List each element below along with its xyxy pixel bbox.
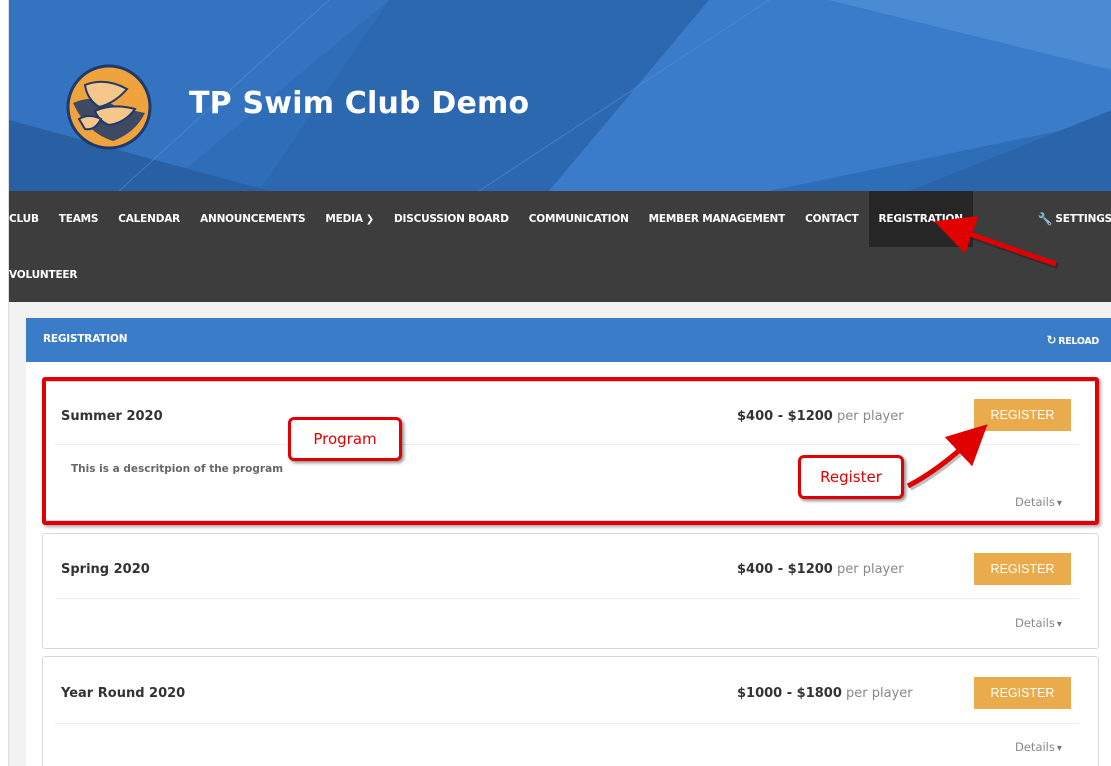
- nav-item-media[interactable]: MEDIA ❯: [315, 191, 384, 247]
- card-divider: [55, 598, 1079, 599]
- program-card-year-round-2020: Year Round 2020 $1000 - $1800 per player…: [42, 656, 1099, 766]
- card-divider: [55, 723, 1079, 724]
- details-toggle[interactable]: Details ▾: [1015, 616, 1062, 630]
- nav-item-announcements[interactable]: ANNOUNCEMENTS: [190, 191, 315, 247]
- page: TP Swim Club Demo CLUB TEAMS CALENDAR AN…: [8, 0, 1111, 766]
- register-button[interactable]: REGISTER: [974, 677, 1071, 709]
- panel-title: REGISTRATION: [43, 333, 128, 345]
- site-banner: TP Swim Club Demo: [9, 0, 1111, 191]
- program-card-spring-2020: Spring 2020 $400 - $1200 per player REGI…: [42, 533, 1099, 649]
- details-label: Details: [1015, 616, 1055, 630]
- nav-item-registration[interactable]: REGISTRATION: [868, 191, 973, 247]
- refresh-icon: ↻: [1046, 333, 1057, 347]
- nav-item-calendar[interactable]: CALENDAR: [108, 191, 190, 247]
- site-title: TP Swim Club Demo: [189, 86, 530, 121]
- panel-header: REGISTRATION ↻ RELOAD: [26, 318, 1111, 362]
- chevron-down-icon: ▾: [1056, 619, 1062, 630]
- nav-item-member-management[interactable]: MEMBER MANAGEMENT: [639, 191, 795, 247]
- chevron-down-icon: ▾: [1056, 743, 1062, 754]
- program-price: $1000 - $1800 per player: [737, 686, 913, 701]
- reload-button[interactable]: ↻ RELOAD: [1046, 333, 1099, 347]
- details-label: Details: [1015, 740, 1055, 754]
- nav-item-contact[interactable]: CONTACT: [795, 191, 868, 247]
- details-toggle[interactable]: Details ▾: [1015, 740, 1062, 754]
- nav-item-media-label: MEDIA: [325, 213, 363, 225]
- register-callout: Register: [798, 455, 904, 499]
- price-range: $1000 - $1800: [737, 686, 842, 701]
- nav-item-communication[interactable]: COMMUNICATION: [519, 191, 639, 247]
- register-button[interactable]: REGISTER: [974, 553, 1071, 585]
- price-unit: per player: [846, 686, 913, 701]
- nav-settings-label: SETTINGS: [1055, 213, 1111, 225]
- reload-label: RELOAD: [1058, 336, 1099, 347]
- program-name: Year Round 2020: [61, 686, 186, 701]
- program-callout: Program: [288, 417, 402, 461]
- nav-item-volunteer[interactable]: VOLUNTEER: [9, 247, 87, 303]
- hands-logo[interactable]: [65, 63, 153, 151]
- program-name: Spring 2020: [61, 562, 150, 577]
- nav-row-2: VOLUNTEER: [9, 247, 87, 302]
- nav-item-settings[interactable]: 🔧 SETTINGS: [1038, 191, 1111, 247]
- main-nav: CLUB TEAMS CALENDAR ANNOUNCEMENTS MEDIA …: [9, 191, 1111, 302]
- chevron-down-icon: ❯: [365, 213, 374, 225]
- price-unit: per player: [837, 562, 904, 577]
- nav-item-club[interactable]: CLUB: [9, 191, 49, 247]
- price-range: $400 - $1200: [737, 562, 833, 577]
- wrench-icon: 🔧: [1037, 212, 1053, 226]
- program-highlight-box: [42, 377, 1099, 525]
- nav-item-teams[interactable]: TEAMS: [49, 191, 108, 247]
- nav-row-1: CLUB TEAMS CALENDAR ANNOUNCEMENTS MEDIA …: [9, 191, 973, 247]
- banner-background: [9, 0, 1111, 191]
- nav-item-discussion-board[interactable]: DISCUSSION BOARD: [384, 191, 519, 247]
- program-price: $400 - $1200 per player: [737, 562, 904, 577]
